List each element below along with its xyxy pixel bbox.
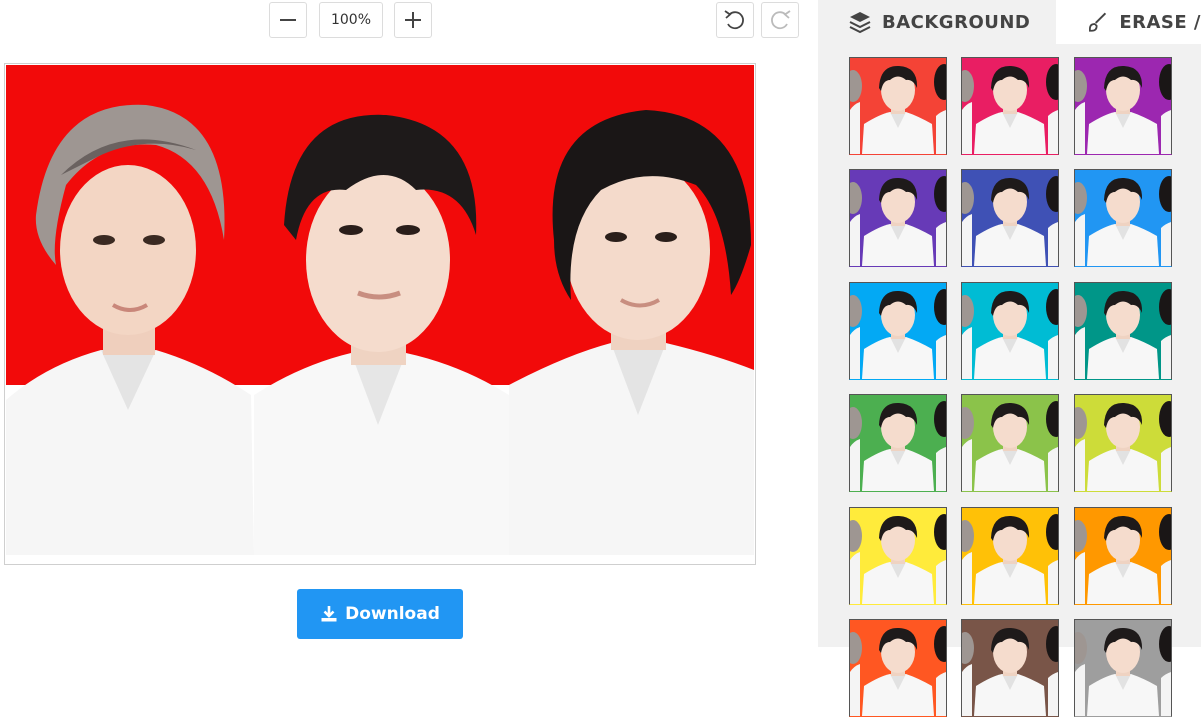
swatch-thumbnail <box>1075 395 1171 491</box>
background-swatch[interactable] <box>1074 619 1172 717</box>
background-swatch[interactable] <box>1074 57 1172 155</box>
background-swatch[interactable] <box>849 619 947 717</box>
undo-button[interactable] <box>716 2 754 38</box>
background-swatch[interactable] <box>849 57 947 155</box>
swatch-thumbnail <box>850 58 946 154</box>
background-swatch[interactable] <box>961 507 1059 605</box>
swatch-thumbnail <box>850 620 946 716</box>
background-swatch[interactable] <box>961 619 1059 717</box>
swatch-thumbnail <box>1075 620 1171 716</box>
swatch-thumbnail <box>962 508 1058 604</box>
redo-icon <box>771 10 791 30</box>
minus-icon <box>280 19 296 21</box>
swatch-thumbnail <box>1075 170 1171 266</box>
background-swatch[interactable] <box>849 394 947 492</box>
swatch-thumbnail <box>850 170 946 266</box>
tab-erase[interactable]: ERASE / <box>1056 0 1201 44</box>
download-icon <box>321 606 337 622</box>
background-swatch[interactable] <box>961 394 1059 492</box>
download-label: Download <box>345 604 440 624</box>
brush-icon <box>1089 12 1107 32</box>
background-swatch[interactable] <box>1074 394 1172 492</box>
photo-canvas <box>4 63 756 565</box>
undo-icon <box>724 10 744 30</box>
swatch-thumbnail <box>1075 283 1171 379</box>
zoom-in-button[interactable] <box>394 2 432 38</box>
swatch-thumbnail <box>962 395 1058 491</box>
plus-icon <box>405 12 421 28</box>
swatch-thumbnail <box>1075 58 1171 154</box>
background-swatch[interactable] <box>849 507 947 605</box>
background-swatch[interactable] <box>1074 507 1172 605</box>
download-button[interactable]: Download <box>297 589 463 639</box>
swatch-thumbnail <box>850 395 946 491</box>
swatch-thumbnail <box>1075 508 1171 604</box>
background-swatch[interactable] <box>961 169 1059 267</box>
tab-background[interactable]: BACKGROUND <box>818 0 1056 44</box>
zoom-out-button[interactable] <box>269 2 307 38</box>
background-swatch[interactable] <box>961 57 1059 155</box>
swatch-thumbnail <box>850 508 946 604</box>
swatch-thumbnail <box>962 170 1058 266</box>
background-swatch[interactable] <box>1074 169 1172 267</box>
background-panel: BACKGROUND ERASE / <box>818 0 1201 717</box>
background-swatch[interactable] <box>1074 282 1172 380</box>
tab-background-label: BACKGROUND <box>882 11 1031 33</box>
background-swatch[interactable] <box>849 282 947 380</box>
redo-button[interactable] <box>761 2 799 38</box>
swatch-thumbnail <box>850 283 946 379</box>
layers-icon <box>849 12 871 34</box>
swatch-thumbnail <box>962 620 1058 716</box>
zoom-level: 100% <box>319 2 383 38</box>
background-swatch[interactable] <box>961 282 1059 380</box>
tab-erase-label: ERASE / <box>1119 11 1201 33</box>
background-swatch[interactable] <box>849 169 947 267</box>
swatch-thumbnail <box>962 283 1058 379</box>
swatch-thumbnail <box>962 58 1058 154</box>
edited-photo <box>6 65 754 555</box>
